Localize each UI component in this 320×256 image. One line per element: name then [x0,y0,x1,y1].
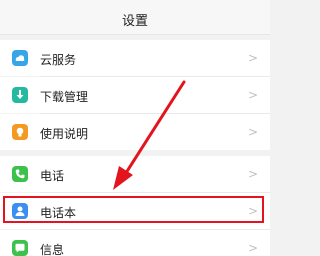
lightbulb-icon [12,124,28,140]
chevron-right-icon: > [247,125,258,139]
phone-icon [12,166,28,182]
settings-item-download-manager[interactable]: 下载管理 > [0,77,270,113]
download-icon [12,87,28,103]
settings-item-user-guide[interactable]: 使用说明 > [0,114,270,150]
chevron-right-icon: > [247,241,258,255]
cloud-icon [12,50,28,66]
settings-item-messages[interactable]: 信息 > [0,230,270,256]
contacts-icon [12,203,28,219]
settings-item-phone[interactable]: 电话 > [0,156,270,192]
message-icon [12,240,28,256]
title-bar: 设置 [0,0,270,35]
settings-item-label: 使用说明 [40,127,89,141]
settings-item-label: 信息 [40,243,65,256]
chevron-right-icon: > [247,88,258,102]
settings-item-cloud-service[interactable]: 云服务 > [0,40,270,76]
page-title: 设置 [121,14,148,29]
settings-item-label: 下载管理 [40,90,89,104]
chevron-right-icon: > [247,204,258,218]
chevron-right-icon: > [247,167,258,181]
settings-item-label: 电话本 [40,206,77,220]
settings-item-label: 电话 [40,169,65,183]
settings-item-label: 云服务 [40,53,77,67]
settings-screen: 设置 云服务 > 下载管理 > 使用说明 > 电话 > 电话本 > 信息 > [0,0,270,256]
settings-item-contacts[interactable]: 电话本 > [0,193,270,229]
chevron-right-icon: > [247,51,258,65]
